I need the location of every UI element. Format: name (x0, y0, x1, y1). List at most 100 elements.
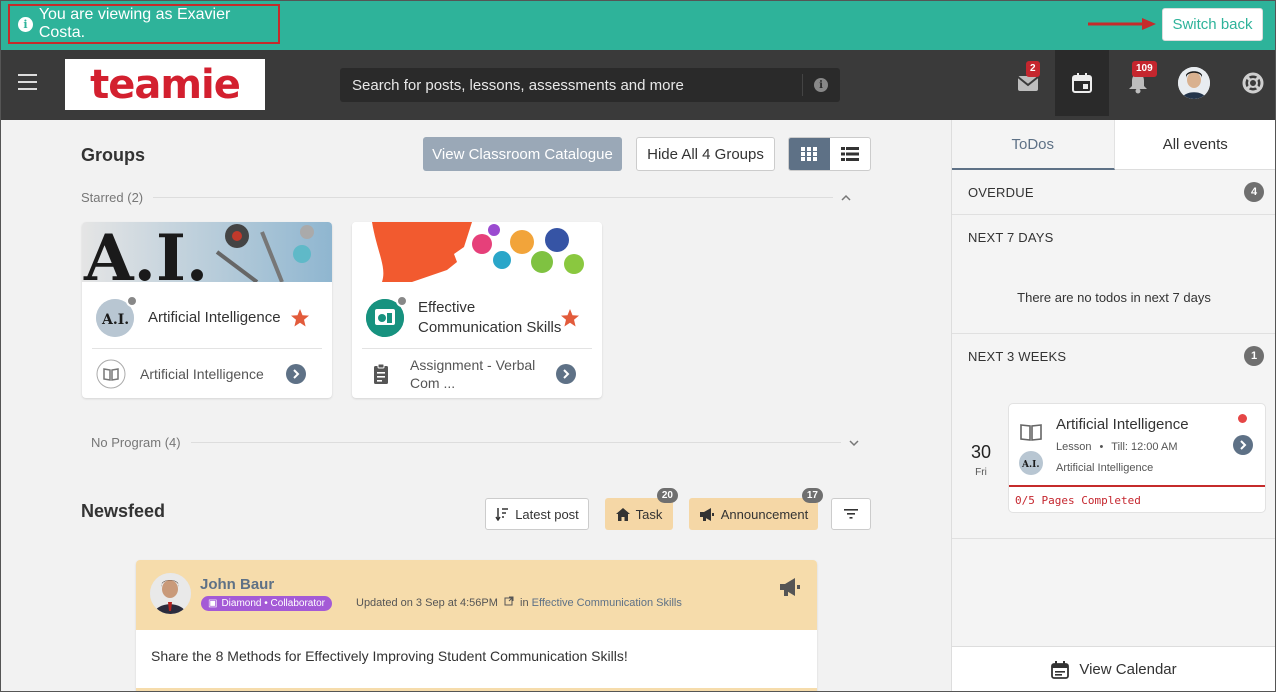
megaphone-icon (699, 507, 714, 521)
todo-progress-bar (1009, 485, 1265, 487)
post-group-link[interactable]: Effective Communication Skills (532, 597, 682, 609)
divider (190, 442, 841, 443)
svg-text:A.I.: A.I. (1021, 460, 1039, 470)
teamie-logo[interactable]: teamie (65, 59, 265, 110)
announcement-filter-button[interactable]: Announcement 17 (689, 488, 823, 530)
todo-title: Artificial Intelligence (1056, 416, 1189, 433)
todo-card[interactable]: A.I. Artificial Intelligence Lesson • Ti… (1008, 403, 1266, 513)
group-card-header: A.I. Artificial Intelligence (96, 295, 318, 340)
post-updated: Updated on 3 Sep at 4:56PM (356, 597, 498, 609)
sort-label: Latest post (515, 506, 579, 522)
hide-groups-button[interactable]: Hide All 4 Groups (636, 137, 775, 171)
top-navigation: teamie i 2 109 (0, 50, 1276, 120)
newsfeed-post[interactable]: John Baur ▣ Diamond • Collaborator Updat… (136, 560, 817, 692)
divider (362, 348, 592, 349)
avatar (1178, 67, 1210, 99)
tab-todos[interactable]: ToDos (952, 120, 1115, 170)
filter-button[interactable] (831, 498, 871, 530)
overdue-section[interactable]: OVERDUE 4 (952, 170, 1276, 215)
post-meta: Updated on 3 Sep at 4:56PM in Effective … (356, 596, 682, 609)
impersonation-text: You are viewing as Exavier Costa. (38, 6, 231, 41)
sort-icon (495, 508, 509, 521)
view-catalogue-button[interactable]: View Classroom Catalogue (423, 137, 622, 171)
notifications-button[interactable]: 109 (1120, 50, 1157, 116)
group-avatar (366, 295, 408, 337)
svg-text:A.I.: A.I. (83, 222, 208, 282)
post-footer-strip (136, 688, 817, 692)
star-icon[interactable] (290, 308, 310, 328)
filter-icon (844, 509, 858, 519)
open-group-button[interactable] (556, 364, 576, 384)
group-cover-image: A.I. (82, 222, 332, 282)
sort-latest-button[interactable]: Latest post (485, 498, 589, 530)
no-program-section-header[interactable]: No Program (4) (91, 435, 863, 450)
starred-section-header[interactable]: Starred (2) (81, 190, 863, 205)
chevron-right-icon (293, 369, 300, 379)
clipboard-icon (374, 363, 388, 384)
group-card-communication[interactable]: Effective Communication Skills Assignmen… (352, 222, 602, 398)
impersonation-banner: i You are viewing as Exavier Costa. Swit… (0, 0, 1276, 50)
todo-meta: Lesson • Till: 12:00 AM (1056, 441, 1178, 453)
author-avatar[interactable] (150, 573, 191, 614)
group-avatar: A.I. (96, 295, 138, 337)
chevron-right-icon (1240, 440, 1247, 450)
tab-all-events[interactable]: All events (1114, 120, 1276, 170)
post-body: Share the 8 Methods for Effectively Impr… (151, 648, 628, 664)
post-author[interactable]: John Baur (200, 576, 274, 593)
view-calendar-label: View Calendar (1079, 661, 1177, 678)
messages-button[interactable]: 2 (1010, 50, 1046, 116)
author-badge: ▣ Diamond • Collaborator (201, 596, 333, 611)
task-label: Task (635, 506, 663, 522)
messages-badge: 2 (1026, 61, 1040, 77)
next-3-weeks-label: NEXT 3 WEEKS (968, 349, 1067, 364)
task-filter-button[interactable]: Task 20 (605, 488, 678, 530)
star-icon[interactable] (560, 308, 580, 328)
next-3-weeks-count-badge: 1 (1244, 346, 1264, 366)
panel-tabs: ToDos All events (952, 120, 1276, 170)
group-title: Effective Communication Skills (418, 299, 562, 336)
calendar-button[interactable] (1055, 50, 1109, 116)
groups-heading: Groups (81, 145, 146, 165)
calendar-icon (1051, 660, 1070, 679)
view-toggle (788, 137, 871, 171)
group-card-footer: Artificial Intelligence (96, 356, 318, 392)
book-icon (96, 359, 126, 389)
post-meta-in: in (520, 597, 529, 609)
calendar-icon (1072, 73, 1092, 93)
help-button[interactable] (1236, 50, 1270, 116)
list-view-button[interactable] (830, 138, 871, 170)
arrow-right-icon (1088, 18, 1156, 30)
todo-progress-text: 0/5 Pages Completed (1015, 494, 1141, 507)
user-menu[interactable] (1177, 50, 1211, 116)
open-todo-button[interactable] (1233, 435, 1253, 455)
todo-group: Artificial Intelligence (1056, 462, 1154, 474)
group-cover-image (352, 222, 602, 282)
announcement-label: Announcement (720, 506, 809, 522)
switch-back-button[interactable]: Switch back (1162, 8, 1263, 41)
divider (92, 348, 322, 349)
grid-icon (801, 147, 818, 161)
divider (153, 197, 834, 198)
todo-type: Lesson (1056, 441, 1092, 453)
grid-view-button[interactable] (789, 138, 830, 170)
latest-item-text: Assignment - Verbal Com ... (410, 357, 536, 391)
megaphone-icon (780, 578, 800, 596)
svg-text:A.I.: A.I. (101, 312, 129, 328)
search-input[interactable] (340, 68, 800, 102)
menu-icon[interactable] (18, 74, 37, 90)
latest-item-text: Artificial Intelligence (140, 366, 264, 382)
chevron-right-icon (563, 369, 570, 379)
badge-icon: ▣ (208, 598, 218, 609)
view-calendar-button[interactable]: View Calendar (952, 646, 1276, 692)
list-icon (840, 147, 859, 161)
chevron-up-icon (841, 194, 851, 201)
open-group-button[interactable] (286, 364, 306, 384)
unread-dot (1238, 414, 1247, 423)
external-link-icon[interactable] (504, 596, 514, 606)
search-help-icon[interactable]: i (814, 78, 828, 92)
status-indicator (396, 295, 408, 307)
group-card-footer: Assignment - Verbal Com ... (366, 356, 588, 392)
author-badge-text: Diamond • Collaborator (221, 598, 326, 609)
group-card-ai[interactable]: A.I. A.I. Artificial Intelligence Artifi… (82, 222, 332, 398)
separator-dot: • (1099, 441, 1104, 453)
